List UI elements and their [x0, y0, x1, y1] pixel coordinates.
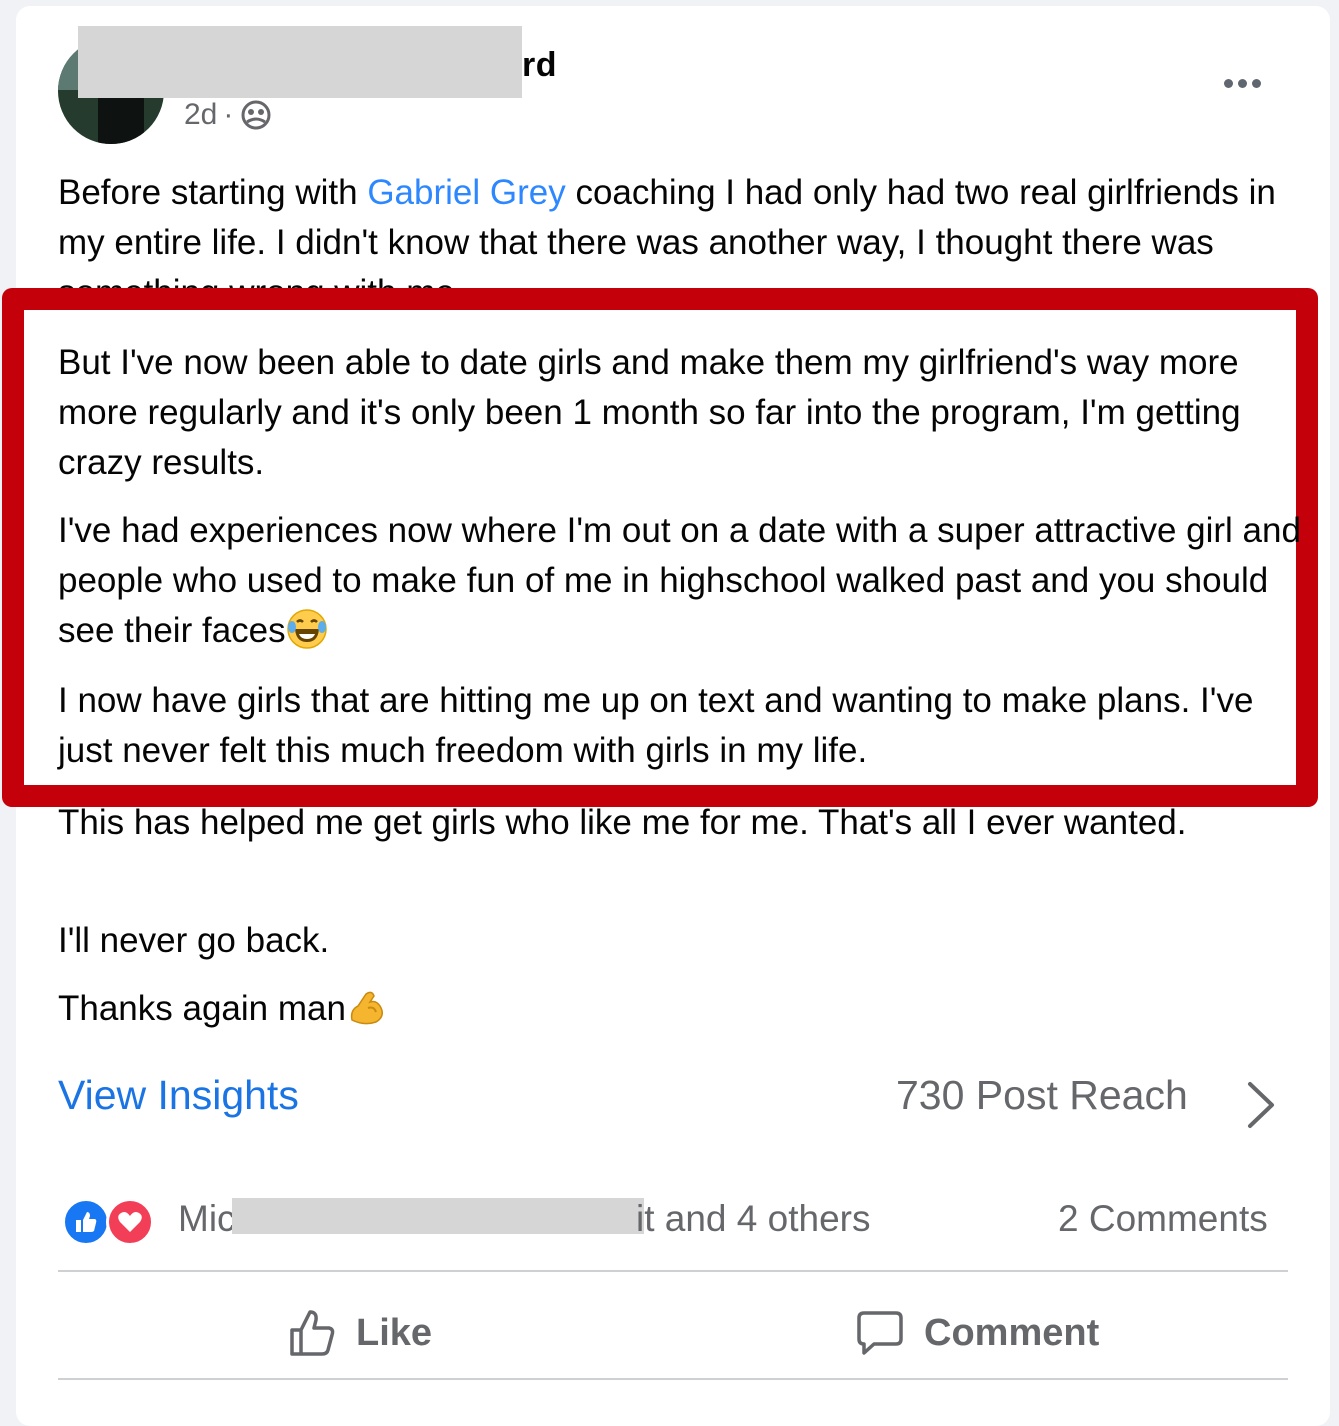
- love-reaction-icon: [106, 1198, 154, 1246]
- reactors-others[interactable]: it and 4 others: [636, 1198, 870, 1240]
- more-options-button[interactable]: [1212, 66, 1272, 100]
- more-options-dot: [1237, 78, 1247, 88]
- mention-link[interactable]: Gabriel Grey: [367, 173, 565, 212]
- post-paragraph-2: But I've now been able to date girls and…: [58, 343, 1241, 482]
- paragraph-text: Thanks again man: [58, 989, 346, 1028]
- reaction-icons[interactable]: [62, 1198, 158, 1248]
- post-paragraph-4: I now have girls that are hitting me up …: [58, 681, 1254, 770]
- like-label: Like: [356, 1311, 433, 1354]
- author-name[interactable]: rd: [522, 46, 557, 85]
- post-paragraph-6: I'll never go back.: [58, 921, 330, 960]
- group-icon: [241, 100, 271, 130]
- thumbs-up-icon: [290, 1310, 335, 1356]
- comments-count[interactable]: 2 Comments: [1058, 1198, 1268, 1240]
- like-button[interactable]: Like: [288, 1302, 432, 1364]
- post-reach[interactable]: 730 Post Reach: [896, 1072, 1188, 1119]
- view-insights-link[interactable]: View Insights: [58, 1072, 299, 1119]
- divider: [58, 1270, 1288, 1272]
- comment-label: Comment: [924, 1311, 1100, 1354]
- reactors-names[interactable]: Mic: [178, 1198, 236, 1240]
- comment-icon: [857, 1311, 903, 1355]
- paragraph-text: I've had experiences now where I'm out o…: [58, 511, 1301, 650]
- redacted-author-name: [78, 26, 522, 98]
- meta-separator: ·: [223, 98, 234, 131]
- comment-button[interactable]: Comment: [856, 1302, 1099, 1364]
- more-options-dot: [1251, 78, 1261, 88]
- post-paragraph-7: Thanks again man: [58, 984, 1308, 1034]
- like-reaction-icon: [62, 1198, 110, 1246]
- paragraph-text: Before starting with: [58, 173, 368, 212]
- redacted-reactor-names: [232, 1198, 644, 1234]
- flexed-bicep-emoji: [350, 991, 383, 1025]
- laughing-tears-emoji: [286, 609, 327, 649]
- chevron-right-icon[interactable]: [1244, 1080, 1278, 1130]
- divider: [58, 1378, 1288, 1380]
- post-meta: 2d ·: [184, 98, 273, 132]
- post-paragraph-3: I've had experiences now where I'm out o…: [58, 506, 1308, 656]
- highlight-box: But I've now been able to date girls and…: [2, 288, 1318, 807]
- post-timestamp[interactable]: 2d: [184, 98, 217, 132]
- more-options-icon: [1223, 78, 1233, 88]
